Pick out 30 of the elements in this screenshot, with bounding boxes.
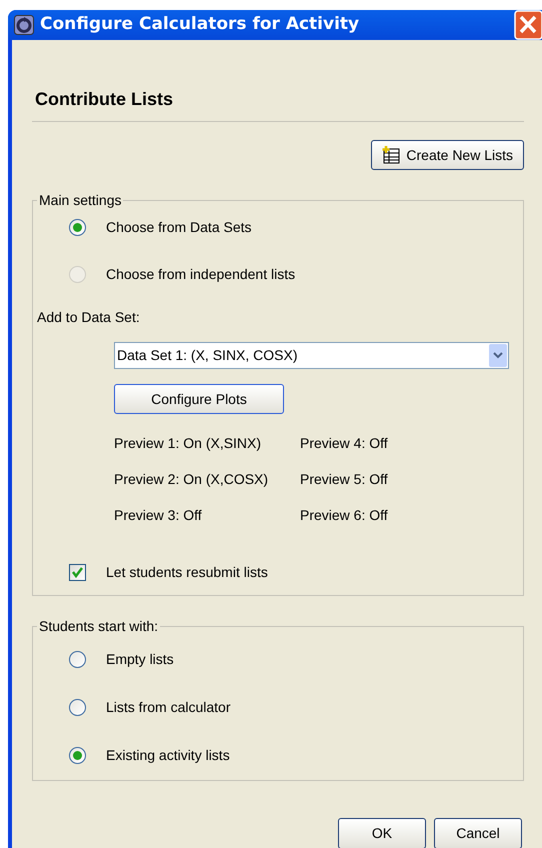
option-label: Existing activity lists [106, 746, 230, 765]
radio-button[interactable] [69, 651, 86, 668]
dialog-button[interactable]: OK [338, 818, 426, 848]
close-icon[interactable] [514, 10, 542, 40]
group-legend: Students start with: [37, 616, 160, 637]
option-label: Choose from Data Sets [106, 218, 252, 237]
option-label: Empty lists [106, 650, 174, 669]
preview-status: Preview 2: On (X,COSX) [114, 470, 270, 489]
preview-status: Preview 4: Off [300, 434, 389, 453]
radio-button[interactable] [69, 219, 86, 236]
option-label: Lists from calculator [106, 698, 230, 717]
option-label: Choose from independent lists [106, 265, 296, 284]
section-heading: Contribute Lists [34, 88, 174, 111]
checkbox[interactable] [69, 564, 86, 581]
radio-button[interactable] [69, 699, 86, 716]
dialog-button[interactable]: Cancel [434, 818, 522, 848]
app-icon [14, 15, 34, 35]
option-label: Let students resubmit lists [106, 563, 268, 582]
preview-status: Preview 6: Off [300, 506, 389, 525]
field-label: Add to Data Set: [37, 308, 141, 327]
preview-status: Preview 3: Off [114, 506, 203, 525]
group-legend: Main settings [37, 190, 124, 211]
data-set-dropdown[interactable]: Data Set 1: (X, SINX, COSX) [114, 342, 509, 369]
preview-status: Preview 1: On (X,SINX) [114, 434, 262, 453]
preview-status: Preview 5: Off [300, 470, 389, 489]
configure-plots-button[interactable]: Configure Plots [114, 384, 284, 414]
create-lists-button[interactable]: Create New Lists [371, 140, 524, 170]
table-add-icon [382, 146, 400, 164]
radio-button[interactable] [69, 747, 86, 764]
window-title: Configure Calculators for Activity [40, 13, 360, 36]
